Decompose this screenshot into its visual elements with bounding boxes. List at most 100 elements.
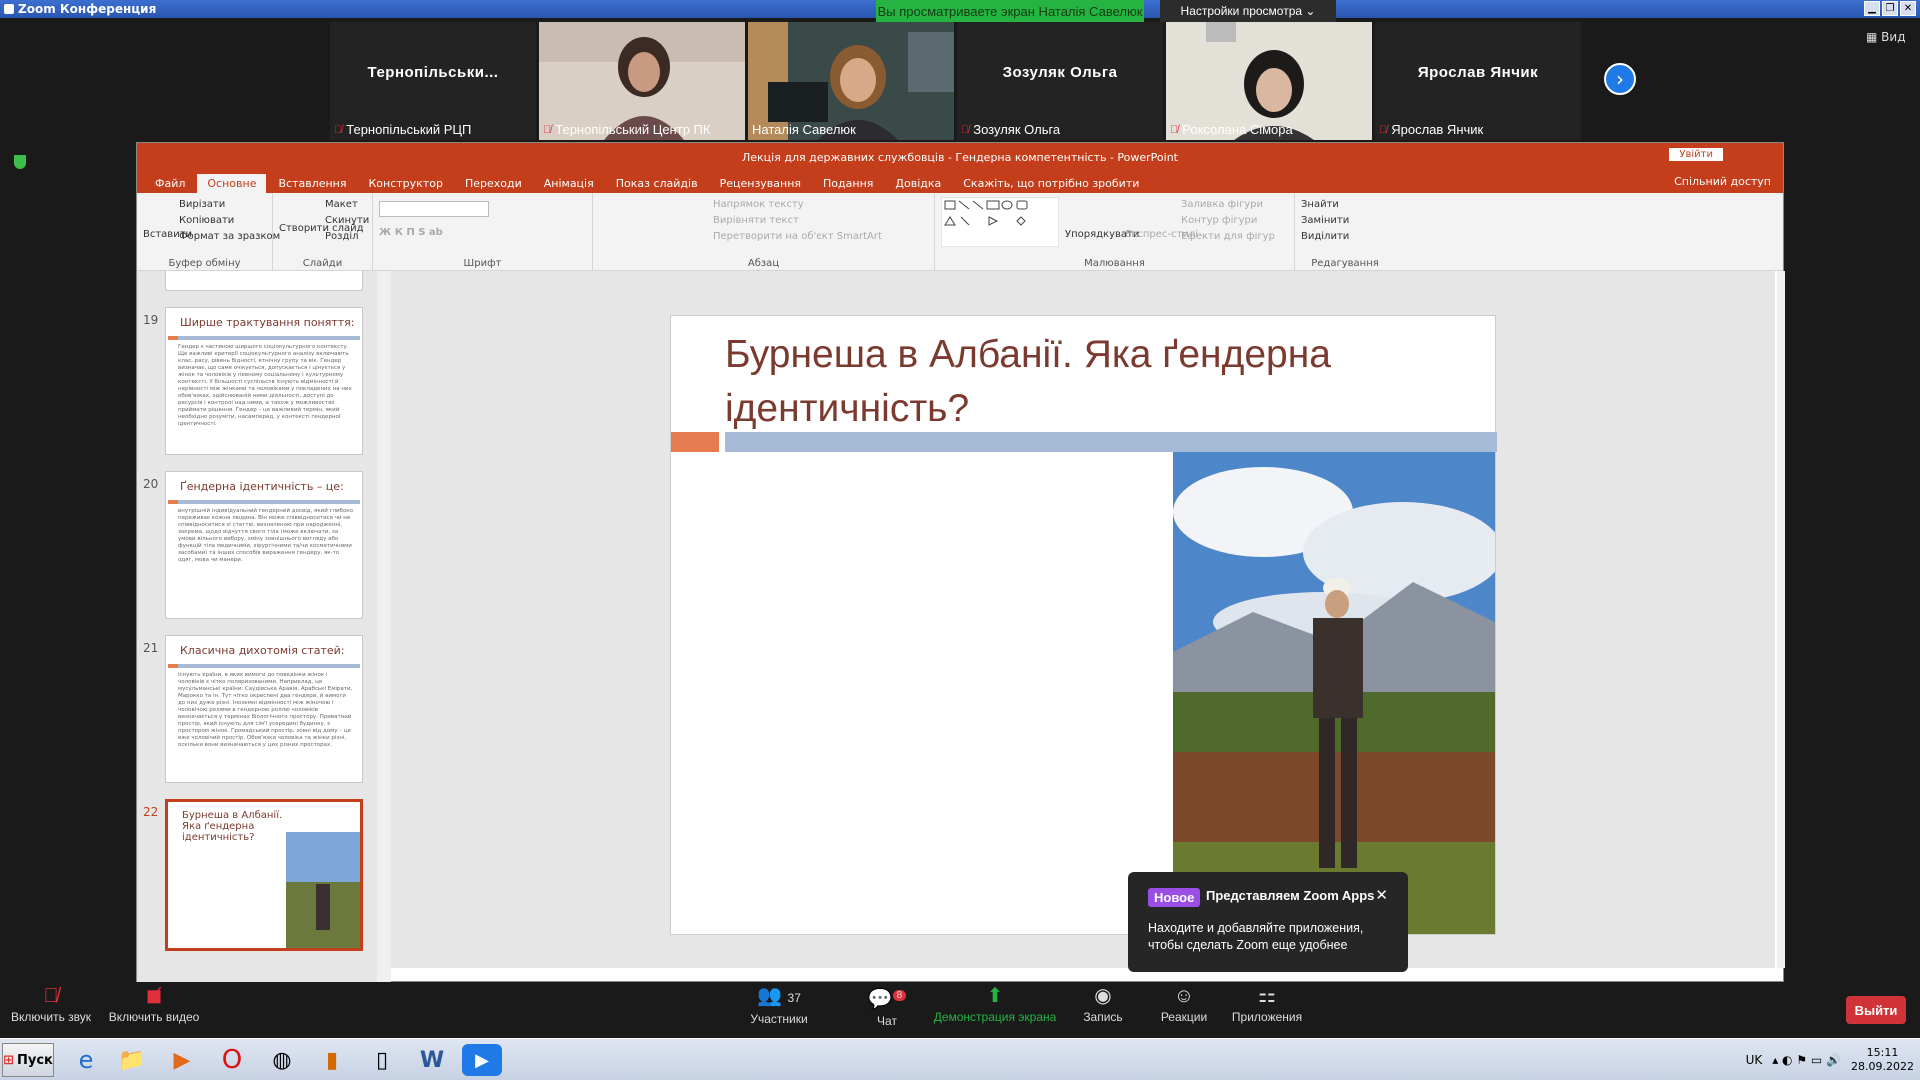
drawing-group: Упорядкувати Експрес-стилі Заливка фігур… bbox=[935, 193, 1295, 271]
chat-button[interactable]: 💬 8 Чат bbox=[862, 982, 912, 1028]
leave-button[interactable]: Выйти bbox=[1846, 996, 1906, 1024]
font-name-box[interactable] bbox=[379, 201, 489, 217]
font-format-buttons[interactable]: Ж К П S ab bbox=[379, 227, 443, 238]
participant-label: Ярослав Янчик bbox=[1391, 122, 1484, 137]
thumbnail-title: Ширше трактування поняття: bbox=[180, 316, 355, 329]
current-slide[interactable]: Бурнеша в Албанії. Яка ґендерна ідентичн… bbox=[670, 315, 1497, 935]
close-button[interactable]: ✕ bbox=[1900, 1, 1916, 16]
share-button[interactable]: Спільний доступ bbox=[1674, 175, 1771, 188]
app-icon[interactable]: ▮ bbox=[312, 1044, 352, 1076]
participant-tile[interactable]: 🎙̸ Тернопільський Центр ПК bbox=[539, 22, 745, 140]
tab-design[interactable]: Конструктор bbox=[359, 174, 453, 193]
tray-icons[interactable]: ▴ ◐ ⚑ ▭ 🔊 bbox=[1772, 1053, 1841, 1067]
apps-button[interactable]: ⚏ Приложения bbox=[1230, 982, 1304, 1024]
unmute-button[interactable]: 🎙̸ Включить звук bbox=[8, 982, 94, 1024]
internet-explorer-icon[interactable]: e bbox=[66, 1044, 106, 1076]
start-video-button[interactable]: ◼̸ Включить видео bbox=[106, 982, 202, 1024]
share-screen-button[interactable]: ⬆ Демонстрация экрана bbox=[930, 982, 1060, 1024]
participant-label: Тернопільський РЦП bbox=[346, 122, 472, 137]
slide-thumbnail-selected[interactable]: Бурнеша в Албанії. Яка ґендерна ідентичн… bbox=[165, 799, 363, 951]
thumbnails-scrollbar[interactable] bbox=[377, 271, 391, 983]
slide-accent-bar bbox=[671, 432, 719, 452]
slide-photo[interactable] bbox=[1173, 452, 1495, 934]
restore-button[interactable]: ❐ bbox=[1882, 1, 1898, 16]
tab-review[interactable]: Рецензування bbox=[710, 174, 811, 193]
clock[interactable]: 15:11 28.09.2022 bbox=[1851, 1046, 1914, 1074]
shapes-gallery[interactable] bbox=[941, 197, 1059, 247]
participant-tile[interactable]: Зозуляк Ольга 🎙̸ Зозуляк Ольга bbox=[957, 22, 1163, 140]
record-button[interactable]: ◉ Запись bbox=[1078, 982, 1128, 1024]
section-button[interactable]: Розділ bbox=[325, 231, 359, 242]
tab-view[interactable]: Подання bbox=[813, 174, 883, 193]
format-painter-button[interactable]: Формат за зразком bbox=[179, 231, 280, 242]
layout-button[interactable]: Макет bbox=[325, 199, 358, 210]
apps-label: Приложения bbox=[1231, 1010, 1303, 1024]
sign-in-button[interactable]: Увійти bbox=[1669, 148, 1723, 161]
tab-animations[interactable]: Анімація bbox=[534, 174, 604, 193]
participant-tile-active-speaker[interactable]: Наталія Савелюк bbox=[748, 22, 954, 140]
participants-label: Участники bbox=[750, 1012, 808, 1026]
text-direction-button[interactable]: Напрямок тексту bbox=[713, 199, 804, 210]
slide-scrollbar[interactable] bbox=[1777, 271, 1785, 968]
video-label: Включить видео bbox=[108, 1010, 200, 1024]
slide-thumbnail[interactable]: Класична дихотомія статей: існують країн… bbox=[165, 635, 363, 783]
media-player-icon[interactable]: ▶ bbox=[162, 1044, 202, 1076]
shape-outline-button[interactable]: Контур фігури bbox=[1181, 215, 1257, 226]
muted-mic-icon: 🎙̸ bbox=[43, 985, 59, 1007]
tell-me-search[interactable]: Скажіть, що потрібно зробити bbox=[953, 174, 1149, 193]
slide-title[interactable]: Бурнеша в Албанії. Яка ґендерна ідентичн… bbox=[725, 328, 1425, 436]
close-icon[interactable]: ✕ bbox=[1375, 886, 1388, 904]
security-shield-icon[interactable] bbox=[14, 155, 26, 169]
start-label: Пуск bbox=[17, 1052, 53, 1068]
slide-thumbnail[interactable]: Ширше трактування поняття: Гендер є част… bbox=[165, 307, 363, 455]
reactions-icon: ☺ bbox=[1173, 985, 1195, 1007]
participant-tile[interactable]: Тернопільськи... 🎙̸ Тернопільський РЦП bbox=[330, 22, 536, 140]
align-text-button[interactable]: Вирівняти текст bbox=[713, 215, 799, 226]
reset-button[interactable]: Скинути bbox=[325, 215, 369, 226]
tab-file[interactable]: Файл bbox=[145, 174, 195, 193]
slide-title-bar bbox=[725, 432, 1497, 452]
copy-button[interactable]: Копіювати bbox=[179, 215, 234, 226]
select-button[interactable]: Виділити bbox=[1301, 231, 1349, 242]
thumbnail-title: Бурнеша в Албанії. Яка ґендерна ідентичн… bbox=[182, 810, 283, 843]
view-label: Вид bbox=[1881, 30, 1906, 44]
participant-tile[interactable]: Ярослав Янчик 🎙̸ Ярослав Янчик bbox=[1375, 22, 1581, 140]
explorer-icon[interactable]: 📁 bbox=[112, 1044, 152, 1076]
chrome-icon[interactable]: ◍ bbox=[262, 1044, 302, 1076]
zoom-taskbar-icon[interactable]: ▶ bbox=[462, 1044, 502, 1076]
participant-tile[interactable]: 🎙̸ Роксолана Сімора bbox=[1166, 22, 1372, 140]
toast-title: Представляем Zoom Apps bbox=[1206, 888, 1375, 903]
unmute-label: Включить звук bbox=[10, 1010, 92, 1024]
participants-count: 37 bbox=[787, 991, 801, 1005]
screen-share-banner: Вы просматриваете экран Наталія Савелюк bbox=[876, 0, 1144, 22]
tab-slideshow[interactable]: Показ слайдів bbox=[606, 174, 708, 193]
shape-effects-button[interactable]: Ефекти для фігур bbox=[1181, 231, 1275, 242]
tab-help[interactable]: Довідка bbox=[885, 174, 951, 193]
minimize-button[interactable]: ▁ bbox=[1864, 1, 1880, 16]
slide-thumbnail[interactable]: Ґендерна ідентичність – це: внутрішній і… bbox=[165, 471, 363, 619]
zoom-apps-toast: Новое Представляем Zoom Apps ✕ Находите … bbox=[1128, 872, 1408, 972]
reactions-button[interactable]: ☺ Реакции bbox=[1156, 982, 1212, 1024]
start-button[interactable]: ⊞ Пуск bbox=[2, 1043, 54, 1077]
language-indicator[interactable]: UK bbox=[1746, 1053, 1763, 1067]
tab-home[interactable]: Основне bbox=[197, 174, 267, 193]
clock-date: 28.09.2022 bbox=[1851, 1060, 1914, 1073]
tab-transitions[interactable]: Переходи bbox=[455, 174, 532, 193]
find-button[interactable]: Знайти bbox=[1301, 199, 1339, 210]
participants-button[interactable]: 👥 37 Участники bbox=[746, 982, 812, 1026]
next-page-button[interactable]: › bbox=[1604, 63, 1636, 95]
opera-icon[interactable]: O bbox=[212, 1044, 252, 1076]
replace-button[interactable]: Замінити bbox=[1301, 215, 1349, 226]
document-icon[interactable]: ▯ bbox=[362, 1044, 402, 1076]
word-icon[interactable]: W bbox=[412, 1044, 452, 1076]
share-screen-icon: ⬆ bbox=[986, 985, 1004, 1007]
convert-smartart-button[interactable]: Перетворити на об'єкт SmartArt bbox=[713, 231, 882, 242]
shape-fill-button[interactable]: Заливка фігури bbox=[1181, 199, 1263, 210]
view-settings-dropdown[interactable]: Настройки просмотра ⌄ bbox=[1160, 0, 1336, 22]
slide-thumbnails-pane[interactable]: 19 Ширше трактування поняття: Гендер є ч… bbox=[137, 271, 377, 983]
cut-button[interactable]: Вирізати bbox=[179, 199, 225, 210]
slide-number: 20 bbox=[143, 477, 159, 491]
slide-thumbnail[interactable] bbox=[165, 271, 363, 291]
tab-insert[interactable]: Вставлення bbox=[268, 174, 356, 193]
view-button[interactable]: ▦ Вид bbox=[1866, 30, 1905, 44]
